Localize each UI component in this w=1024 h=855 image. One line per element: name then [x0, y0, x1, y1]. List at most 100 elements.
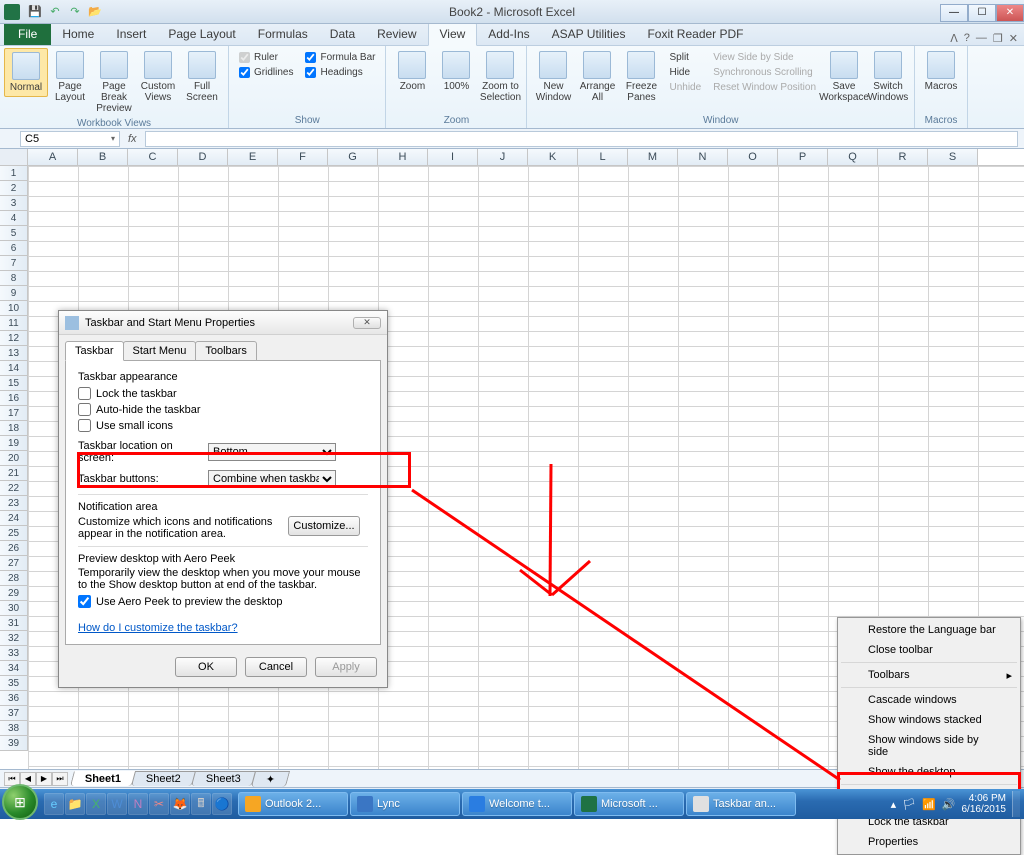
- col-head-F[interactable]: F: [278, 149, 328, 165]
- formula-input[interactable]: [145, 131, 1018, 147]
- tray-show-hidden-icon[interactable]: ▴: [891, 798, 897, 811]
- pin-ie-icon[interactable]: e: [44, 793, 64, 815]
- col-head-A[interactable]: A: [28, 149, 78, 165]
- row-head-12[interactable]: 12: [0, 331, 28, 346]
- lock-taskbar-checkbox[interactable]: Lock the taskbar: [78, 387, 177, 400]
- qat-redo-icon[interactable]: ↷: [66, 3, 84, 21]
- close-button[interactable]: ✕: [996, 4, 1024, 22]
- col-head-D[interactable]: D: [178, 149, 228, 165]
- dialog-close-button[interactable]: ✕: [353, 317, 381, 329]
- aero-peek-checkbox[interactable]: Use Aero Peek to preview the desktop: [78, 595, 283, 608]
- row-head-22[interactable]: 22: [0, 481, 28, 496]
- row-head-29[interactable]: 29: [0, 586, 28, 601]
- howto-link[interactable]: How do I customize the taskbar?: [78, 622, 238, 634]
- row-head-23[interactable]: 23: [0, 496, 28, 511]
- ribbon-tab-view[interactable]: View: [428, 22, 478, 46]
- unhide-button[interactable]: Unhide: [669, 82, 701, 93]
- pin-excel-icon[interactable]: X: [86, 793, 106, 815]
- full-screen-button[interactable]: Full Screen: [180, 48, 224, 106]
- taskbar-button-0[interactable]: Outlook 2...: [238, 792, 348, 816]
- sheet-tab-sheet2[interactable]: Sheet2: [131, 771, 196, 786]
- col-head-I[interactable]: I: [428, 149, 478, 165]
- pin-word-icon[interactable]: W: [107, 793, 127, 815]
- ribbon-tab-addins[interactable]: Add-Ins: [477, 23, 540, 45]
- ribbon-tab-home[interactable]: Home: [51, 23, 105, 45]
- taskbar-button-3[interactable]: Microsoft ...: [574, 792, 684, 816]
- doc-minimize-icon[interactable]: —: [976, 32, 987, 45]
- ribbon-minimize-icon[interactable]: ᐱ: [950, 32, 958, 45]
- row-head-27[interactable]: 27: [0, 556, 28, 571]
- col-head-L[interactable]: L: [578, 149, 628, 165]
- row-head-33[interactable]: 33: [0, 646, 28, 661]
- row-head-20[interactable]: 20: [0, 451, 28, 466]
- row-head-10[interactable]: 10: [0, 301, 28, 316]
- ribbon-tab-review[interactable]: Review: [366, 23, 427, 45]
- switch-windows-button[interactable]: Switch Windows: [866, 48, 910, 106]
- sheet-nav-last[interactable]: ⏭: [52, 772, 68, 786]
- col-head-M[interactable]: M: [628, 149, 678, 165]
- col-head-H[interactable]: H: [378, 149, 428, 165]
- row-head-11[interactable]: 11: [0, 316, 28, 331]
- row-head-26[interactable]: 26: [0, 541, 28, 556]
- autohide-checkbox[interactable]: Auto-hide the taskbar: [78, 403, 201, 416]
- dialog-tab-toolbars[interactable]: Toolbars: [195, 341, 257, 361]
- ctx-side-by-side[interactable]: Show windows side by side: [840, 730, 1018, 762]
- qat-undo-icon[interactable]: ↶: [46, 3, 64, 21]
- name-box[interactable]: C5▾: [20, 131, 120, 147]
- row-head-8[interactable]: 8: [0, 271, 28, 286]
- qat-save-icon[interactable]: 💾: [26, 3, 44, 21]
- select-all-corner[interactable]: [0, 149, 28, 165]
- col-head-R[interactable]: R: [878, 149, 928, 165]
- col-head-G[interactable]: G: [328, 149, 378, 165]
- row-head-17[interactable]: 17: [0, 406, 28, 421]
- side-by-side-button[interactable]: View Side by Side: [713, 52, 816, 63]
- ctx-show-desktop[interactable]: Show the desktop: [840, 762, 1018, 782]
- col-head-S[interactable]: S: [928, 149, 978, 165]
- page-layout-button[interactable]: Page Layout: [48, 48, 92, 106]
- ctx-toolbars[interactable]: Toolbars: [840, 665, 1018, 685]
- buttons-select[interactable]: Combine when taskbar is full: [208, 470, 336, 488]
- split-button[interactable]: Split: [669, 52, 701, 63]
- hide-button[interactable]: Hide: [669, 67, 701, 78]
- headings-checkbox[interactable]: Headings: [305, 67, 375, 78]
- sheet-tab-new[interactable]: ✦: [251, 771, 291, 787]
- row-head-37[interactable]: 37: [0, 706, 28, 721]
- pin-snip-icon[interactable]: ✂: [149, 793, 169, 815]
- pin-firefox-icon[interactable]: 🦊: [170, 793, 190, 815]
- ribbon-tab-formulas[interactable]: Formulas: [247, 23, 319, 45]
- row-head-21[interactable]: 21: [0, 466, 28, 481]
- pin-calc-icon[interactable]: 🖩: [191, 793, 211, 815]
- row-head-16[interactable]: 16: [0, 391, 28, 406]
- row-head-36[interactable]: 36: [0, 691, 28, 706]
- normal-view-button[interactable]: Normal: [4, 48, 48, 97]
- cancel-button[interactable]: Cancel: [245, 657, 307, 677]
- row-head-28[interactable]: 28: [0, 571, 28, 586]
- sheet-tab-sheet3[interactable]: Sheet3: [191, 771, 256, 786]
- doc-close-icon[interactable]: ✕: [1009, 32, 1018, 45]
- row-head-2[interactable]: 2: [0, 181, 28, 196]
- custom-views-button[interactable]: Custom Views: [136, 48, 180, 106]
- maximize-button[interactable]: ☐: [968, 4, 996, 22]
- row-head-34[interactable]: 34: [0, 661, 28, 676]
- row-head-39[interactable]: 39: [0, 736, 28, 751]
- row-head-15[interactable]: 15: [0, 376, 28, 391]
- reset-pos-button[interactable]: Reset Window Position: [713, 82, 816, 93]
- ribbon-tab-asap[interactable]: ASAP Utilities: [541, 23, 637, 45]
- tray-clock[interactable]: 4:06 PM 6/16/2015: [962, 793, 1007, 815]
- ribbon-tab-page-layout[interactable]: Page Layout: [157, 23, 246, 45]
- col-head-N[interactable]: N: [678, 149, 728, 165]
- doc-restore-icon[interactable]: ❐: [993, 32, 1003, 45]
- dialog-tab-startmenu[interactable]: Start Menu: [123, 341, 197, 361]
- row-head-3[interactable]: 3: [0, 196, 28, 211]
- taskbar-button-4[interactable]: Taskbar an...: [686, 792, 796, 816]
- taskbar-button-2[interactable]: Welcome t...: [462, 792, 572, 816]
- row-head-18[interactable]: 18: [0, 421, 28, 436]
- freeze-panes-button[interactable]: Freeze Panes: [619, 48, 663, 106]
- show-desktop-button[interactable]: [1012, 791, 1020, 817]
- ribbon-tab-insert[interactable]: Insert: [105, 23, 157, 45]
- page-break-button[interactable]: Page Break Preview: [92, 48, 136, 117]
- customize-button[interactable]: Customize...: [288, 516, 360, 536]
- ruler-checkbox[interactable]: Ruler: [239, 52, 293, 63]
- tray-network-icon[interactable]: 📶: [922, 798, 936, 811]
- ctx-restore-language[interactable]: Restore the Language bar: [840, 620, 1018, 640]
